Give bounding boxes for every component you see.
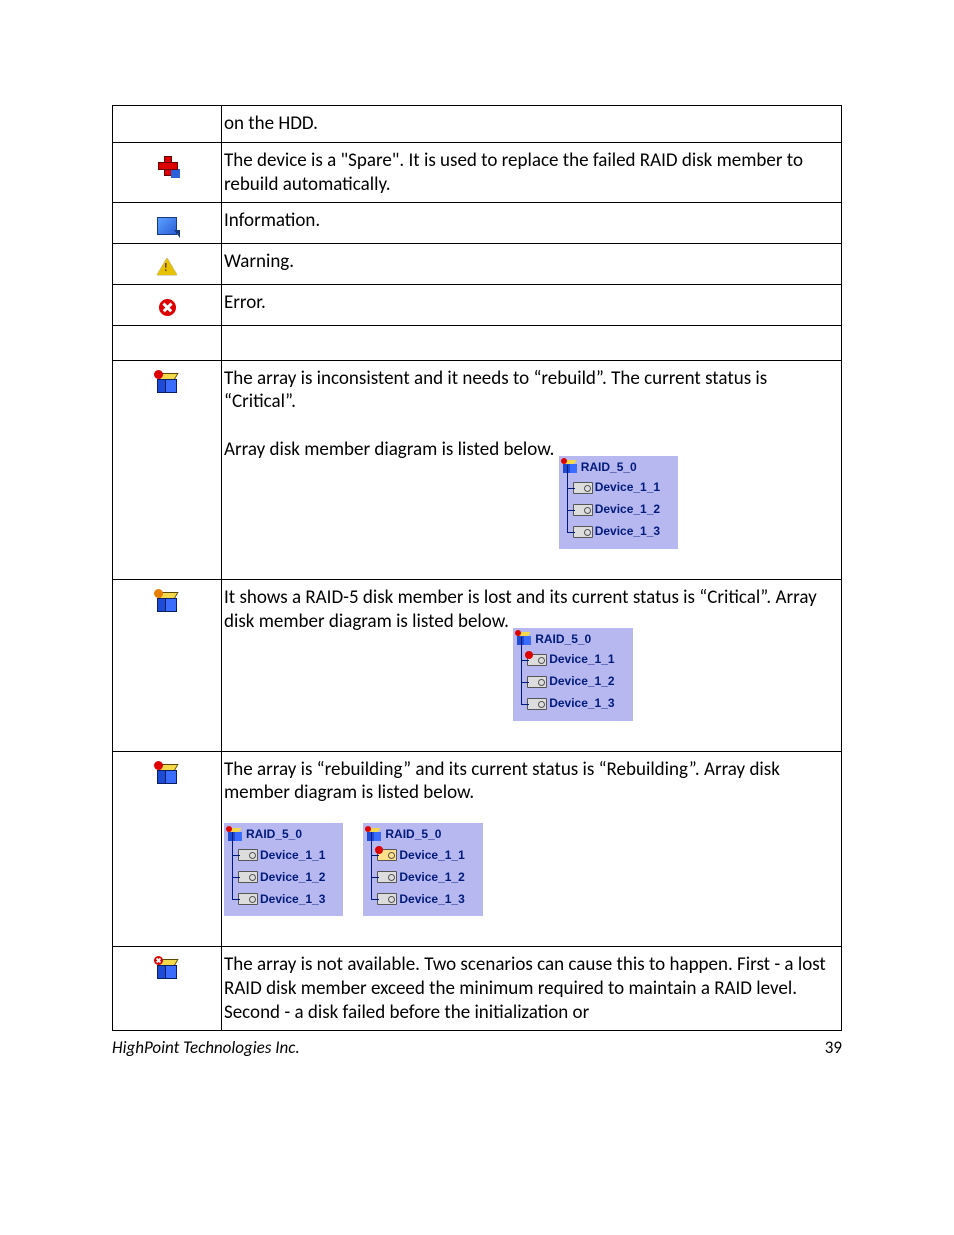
table-row: Warning. [113, 244, 842, 285]
row-subdesc: Array disk member diagram is listed belo… [224, 438, 554, 461]
hdd-icon [573, 526, 593, 538]
desc-cell: It shows a RAID-5 disk member is lost an… [222, 579, 842, 751]
tree-child-label: Device_1_1 [260, 848, 325, 863]
icon-cell [113, 284, 222, 325]
footer-page-number: 39 [825, 1037, 842, 1058]
table-row: The array is inconsistent and it needs t… [113, 360, 842, 579]
hdd-icon [573, 482, 593, 494]
hdd-icon [238, 893, 258, 905]
icon-cell [113, 325, 222, 360]
table-row [113, 325, 842, 360]
hdd-rebuilding-icon [377, 849, 397, 861]
desc-cell: Warning. [222, 244, 842, 285]
array-critical-icon [157, 373, 177, 393]
tree-child-label: Device_1_2 [260, 870, 325, 885]
icon-legend-table: on the HDD. The device is a "Spare". It … [112, 105, 842, 1031]
desc-cell: The array is inconsistent and it needs t… [222, 360, 842, 579]
array-tree-diagram: RAID_5_0 Device_1_1 Device_1_2 Device_1_… [559, 456, 678, 549]
row-desc: The device is a "Spare". It is used to r… [224, 149, 803, 196]
tree-root-label: RAID_5_0 [385, 827, 441, 842]
table-row: The array is “rebuilding” and its curren… [113, 751, 842, 947]
tree-child-label: Device_1_3 [595, 524, 660, 539]
array-tree-diagram: RAID_5_0 Device_1_1 Device_1_2 Device_1_… [363, 823, 482, 916]
desc-cell: The device is a "Spare". It is used to r… [222, 142, 842, 203]
page-footer: HighPoint Technologies Inc. 39 [112, 1037, 842, 1058]
hdd-icon [238, 849, 258, 861]
tree-child-label: Device_1_3 [549, 696, 614, 711]
tree-root-label: RAID_5_0 [246, 827, 302, 842]
hdd-failed-icon [527, 654, 547, 666]
footer-company: HighPoint Technologies Inc. [112, 1037, 300, 1058]
table-row: Information. [113, 203, 842, 244]
desc-cell: The array is “rebuilding” and its curren… [222, 751, 842, 947]
row-desc: The array is not available. Two scenario… [224, 953, 826, 1024]
tree-child-label: Device_1_2 [399, 870, 464, 885]
table-row: on the HDD. [113, 106, 842, 143]
hdd-icon [377, 893, 397, 905]
tree-root-label: RAID_5_0 [581, 460, 637, 475]
hdd-icon [527, 698, 547, 710]
icon-cell [113, 751, 222, 947]
row-desc: It shows a RAID-5 disk member is lost an… [224, 586, 817, 633]
table-row: ✖ The array is not available. Two scenar… [113, 947, 842, 1031]
row-desc: on the HDD. [224, 112, 318, 135]
icon-cell [113, 203, 222, 244]
spare-icon [158, 156, 176, 174]
row-desc: Error. [224, 291, 266, 314]
information-icon [157, 217, 177, 235]
hdd-icon [238, 871, 258, 883]
tree-child-label: Device_1_1 [399, 848, 464, 863]
icon-cell [113, 579, 222, 751]
row-desc: Warning. [224, 250, 294, 273]
tree-child-label: Device_1_2 [549, 674, 614, 689]
row-desc: The array is “rebuilding” and its curren… [224, 758, 780, 805]
hdd-icon [527, 676, 547, 688]
desc-cell: on the HDD. [222, 106, 842, 143]
error-icon [159, 299, 176, 316]
row-desc: The array is inconsistent and it needs t… [224, 367, 767, 414]
tree-child-label: Device_1_3 [260, 892, 325, 907]
hdd-icon [377, 871, 397, 883]
tree-child-label: Device_1_1 [595, 480, 660, 495]
desc-cell: The array is not available. Two scenario… [222, 947, 842, 1031]
warning-icon [157, 258, 177, 275]
desc-cell: Error. [222, 284, 842, 325]
array-rebuilding-icon [157, 764, 177, 784]
icon-cell [113, 142, 222, 203]
table-row: It shows a RAID-5 disk member is lost an… [113, 579, 842, 751]
array-tree-diagram: RAID_5_0 Device_1_1 Device_1_2 Device_1_… [224, 823, 343, 916]
tree-child-label: Device_1_3 [399, 892, 464, 907]
table-row: The device is a "Spare". It is used to r… [113, 142, 842, 203]
tree-child-label: Device_1_2 [595, 502, 660, 517]
desc-cell [222, 325, 842, 360]
table-row: Error. [113, 284, 842, 325]
array-tree-diagram: RAID_5_0 Device_1_1 Device_1_2 Device_1_… [513, 628, 632, 721]
icon-cell [113, 244, 222, 285]
row-desc: Information. [224, 209, 320, 232]
icon-cell: ✖ [113, 947, 222, 1031]
tree-child-label: Device_1_1 [549, 652, 614, 667]
icon-cell [113, 360, 222, 579]
icon-cell [113, 106, 222, 143]
tree-root-label: RAID_5_0 [535, 632, 591, 647]
array-unavailable-icon: ✖ [157, 959, 177, 979]
desc-cell: Information. [222, 203, 842, 244]
array-member-lost-icon [157, 592, 177, 612]
hdd-icon [573, 504, 593, 516]
